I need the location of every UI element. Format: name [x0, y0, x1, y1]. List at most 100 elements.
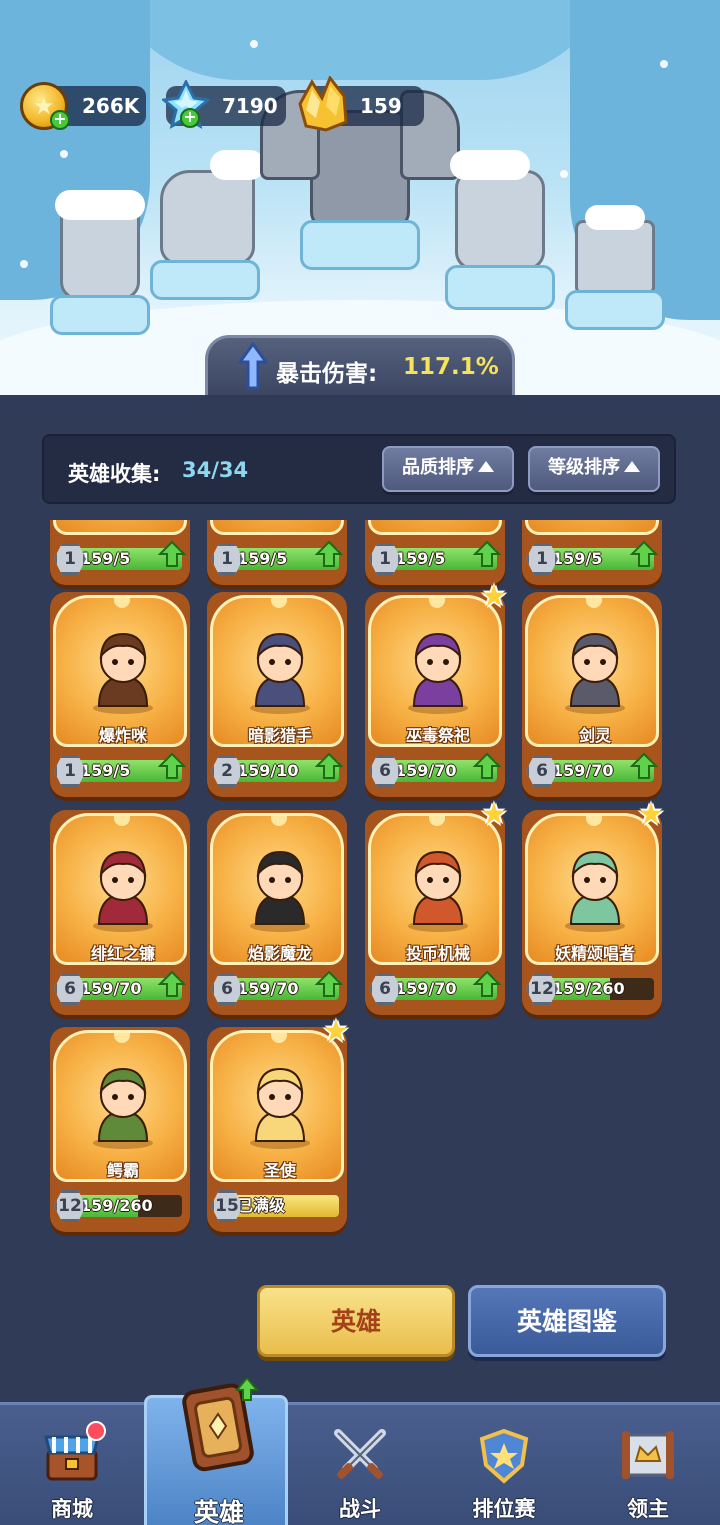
- hero-card[interactable]: 暗影猎手 159/10 2: [207, 592, 347, 797]
- bottom-nav: 商城 英雄 战斗 排位赛 领主: [0, 1378, 720, 1525]
- notification-badge: [86, 1421, 106, 1441]
- collection-header: 英雄收集: 34/34 品质排序 等级排序: [42, 434, 676, 504]
- hero-card-art: 暗影猎手: [210, 595, 344, 747]
- hero-card[interactable]: 焰影魔龙 159/70 6: [207, 810, 347, 1015]
- hero-portrait: [250, 850, 310, 932]
- hero-portrait: [408, 632, 468, 714]
- hero-card[interactable]: 剑灵 159/70 6: [522, 592, 662, 797]
- hero-card[interactable]: 159/5 1: [522, 520, 662, 585]
- hero-grid[interactable]: 159/5 1 159/5 1 159/5 1 159/5 1 爆炸咪 159/5 1 暗影猎手 159…: [0, 520, 720, 1260]
- nav-heroes[interactable]: 英雄: [144, 1378, 288, 1525]
- coin-amount: 266K: [82, 94, 140, 118]
- hero-card-art: 焰影魔龙: [210, 813, 344, 965]
- hero-progress-bar: 159/260: [70, 1195, 182, 1217]
- sort-quality-label: 品质排序: [402, 457, 474, 478]
- hero-card[interactable]: 妖精颂唱者 159/260 12 ★: [522, 798, 664, 1015]
- gold-gem-icon: [298, 76, 348, 132]
- nav-shop[interactable]: 商城: [0, 1405, 144, 1525]
- collection-count: 34/34: [182, 458, 249, 482]
- hero-card-art: [368, 520, 502, 535]
- hero-name: 剑灵: [578, 726, 611, 745]
- sort-by-level-button[interactable]: 等级排序: [528, 446, 660, 492]
- hero-name: 暗影猎手: [247, 726, 312, 745]
- snowflake: [60, 150, 68, 158]
- hero-progress-bar: 159/260: [542, 978, 654, 1000]
- hero-screen: + 266K + 7190 159 暴击伤害: 117.1%: [0, 0, 720, 1525]
- add-crystals-icon[interactable]: +: [180, 108, 200, 128]
- sort-by-quality-button[interactable]: 品质排序: [382, 446, 514, 492]
- upgrade-arrow-icon: [315, 540, 343, 567]
- upgrade-arrow-icon: [158, 970, 186, 997]
- hero-statue-1[interactable]: [45, 180, 155, 350]
- nav-lord[interactable]: 领主: [576, 1405, 720, 1525]
- bonus-value: 117.1%: [403, 354, 499, 380]
- star-icon: ★: [480, 579, 508, 614]
- add-coins-icon[interactable]: +: [50, 110, 70, 130]
- hero-card[interactable]: 巫毒祭祀 159/70 6 ★: [365, 580, 507, 797]
- hero-card[interactable]: 爆炸咪 159/5 1: [50, 592, 190, 797]
- hero-card-art: 投币机械: [368, 813, 502, 965]
- star-icon: ★: [637, 797, 665, 832]
- hero-card-art: [53, 520, 187, 535]
- hero-progress-text: 已满级: [237, 1196, 286, 1215]
- hero-card[interactable]: 159/5 1: [50, 520, 190, 585]
- hero-name: 巫毒祭祀: [405, 726, 470, 745]
- gem-counter[interactable]: 159: [298, 76, 424, 132]
- hero-statue-2[interactable]: [140, 150, 270, 320]
- snowflake: [20, 260, 28, 268]
- hero-name: 绯红之镰: [90, 944, 155, 963]
- hero-card-icon: [182, 1378, 259, 1472]
- hero-name: 鳄霸: [106, 1161, 139, 1180]
- upgrade-arrow-icon: [158, 540, 186, 567]
- upgrade-arrow-icon: [315, 970, 343, 997]
- nav-ranked[interactable]: 排位赛: [432, 1405, 576, 1525]
- hero-portrait: [93, 1067, 153, 1149]
- hero-card[interactable]: 159/5 1: [365, 520, 505, 585]
- upgrade-arrow-icon: [315, 752, 343, 779]
- hero-card-art: [210, 520, 344, 535]
- hero-card-art: 爆炸咪: [53, 595, 187, 747]
- bonus-label: 暴击伤害:: [276, 361, 378, 387]
- coin-counter[interactable]: + 266K: [20, 82, 146, 130]
- collection-label: 英雄收集:: [68, 462, 161, 486]
- snowflake: [660, 60, 668, 68]
- hero-card-art: 圣使: [210, 1030, 344, 1182]
- hero-card[interactable]: 圣使 已满级 15 ★: [207, 1015, 349, 1232]
- hero-tab-button[interactable]: 英雄: [257, 1285, 455, 1357]
- hero-portrait: [250, 1067, 310, 1149]
- hero-card-art: 绯红之镰: [53, 813, 187, 965]
- hero-codex-button[interactable]: 英雄图鉴: [468, 1285, 666, 1357]
- hero-name: 妖精颂唱者: [554, 944, 635, 963]
- star-icon: ★: [322, 1014, 350, 1049]
- crystal-counter[interactable]: + 7190: [162, 80, 286, 130]
- hero-progress-text: 159/260: [552, 979, 625, 998]
- hero-card[interactable]: 鳄霸 159/260 12: [50, 1027, 190, 1232]
- hero-name: 圣使: [263, 1161, 296, 1180]
- hero-portrait: [250, 632, 310, 714]
- hero-portrait: [93, 850, 153, 932]
- hero-portrait: [408, 850, 468, 932]
- upgrade-arrow-icon: [630, 540, 658, 567]
- hero-portrait: [93, 632, 153, 714]
- nav-heroes-label: 英雄: [193, 1498, 244, 1525]
- crystal-amount: 7190: [222, 94, 278, 118]
- hero-statue-4[interactable]: [440, 150, 560, 330]
- upgrade-arrow-icon: [473, 970, 501, 997]
- nav-ranked-label: 排位赛: [472, 1497, 536, 1521]
- upgrade-arrow-icon: [630, 752, 658, 779]
- hero-card[interactable]: 绯红之镰 159/70 6: [50, 810, 190, 1015]
- hero-card[interactable]: 投币机械 159/70 6 ★: [365, 798, 507, 1015]
- nav-battle-label: 战斗: [339, 1497, 381, 1521]
- upgrade-arrow-icon: [158, 752, 186, 779]
- cave-ceiling: [100, 0, 620, 80]
- ranked-shield-icon: [479, 1428, 529, 1484]
- hero-name: 爆炸咪: [98, 726, 147, 745]
- hero-progress-text: 159/260: [80, 1196, 153, 1215]
- hero-portrait: [565, 632, 625, 714]
- hero-card[interactable]: 159/5 1: [207, 520, 347, 585]
- gem-amount: 159: [360, 94, 402, 118]
- nav-battle[interactable]: 战斗: [288, 1405, 432, 1525]
- snowflake: [250, 40, 258, 48]
- sort-up-icon: [624, 461, 640, 472]
- hero-statue-5[interactable]: [560, 200, 670, 350]
